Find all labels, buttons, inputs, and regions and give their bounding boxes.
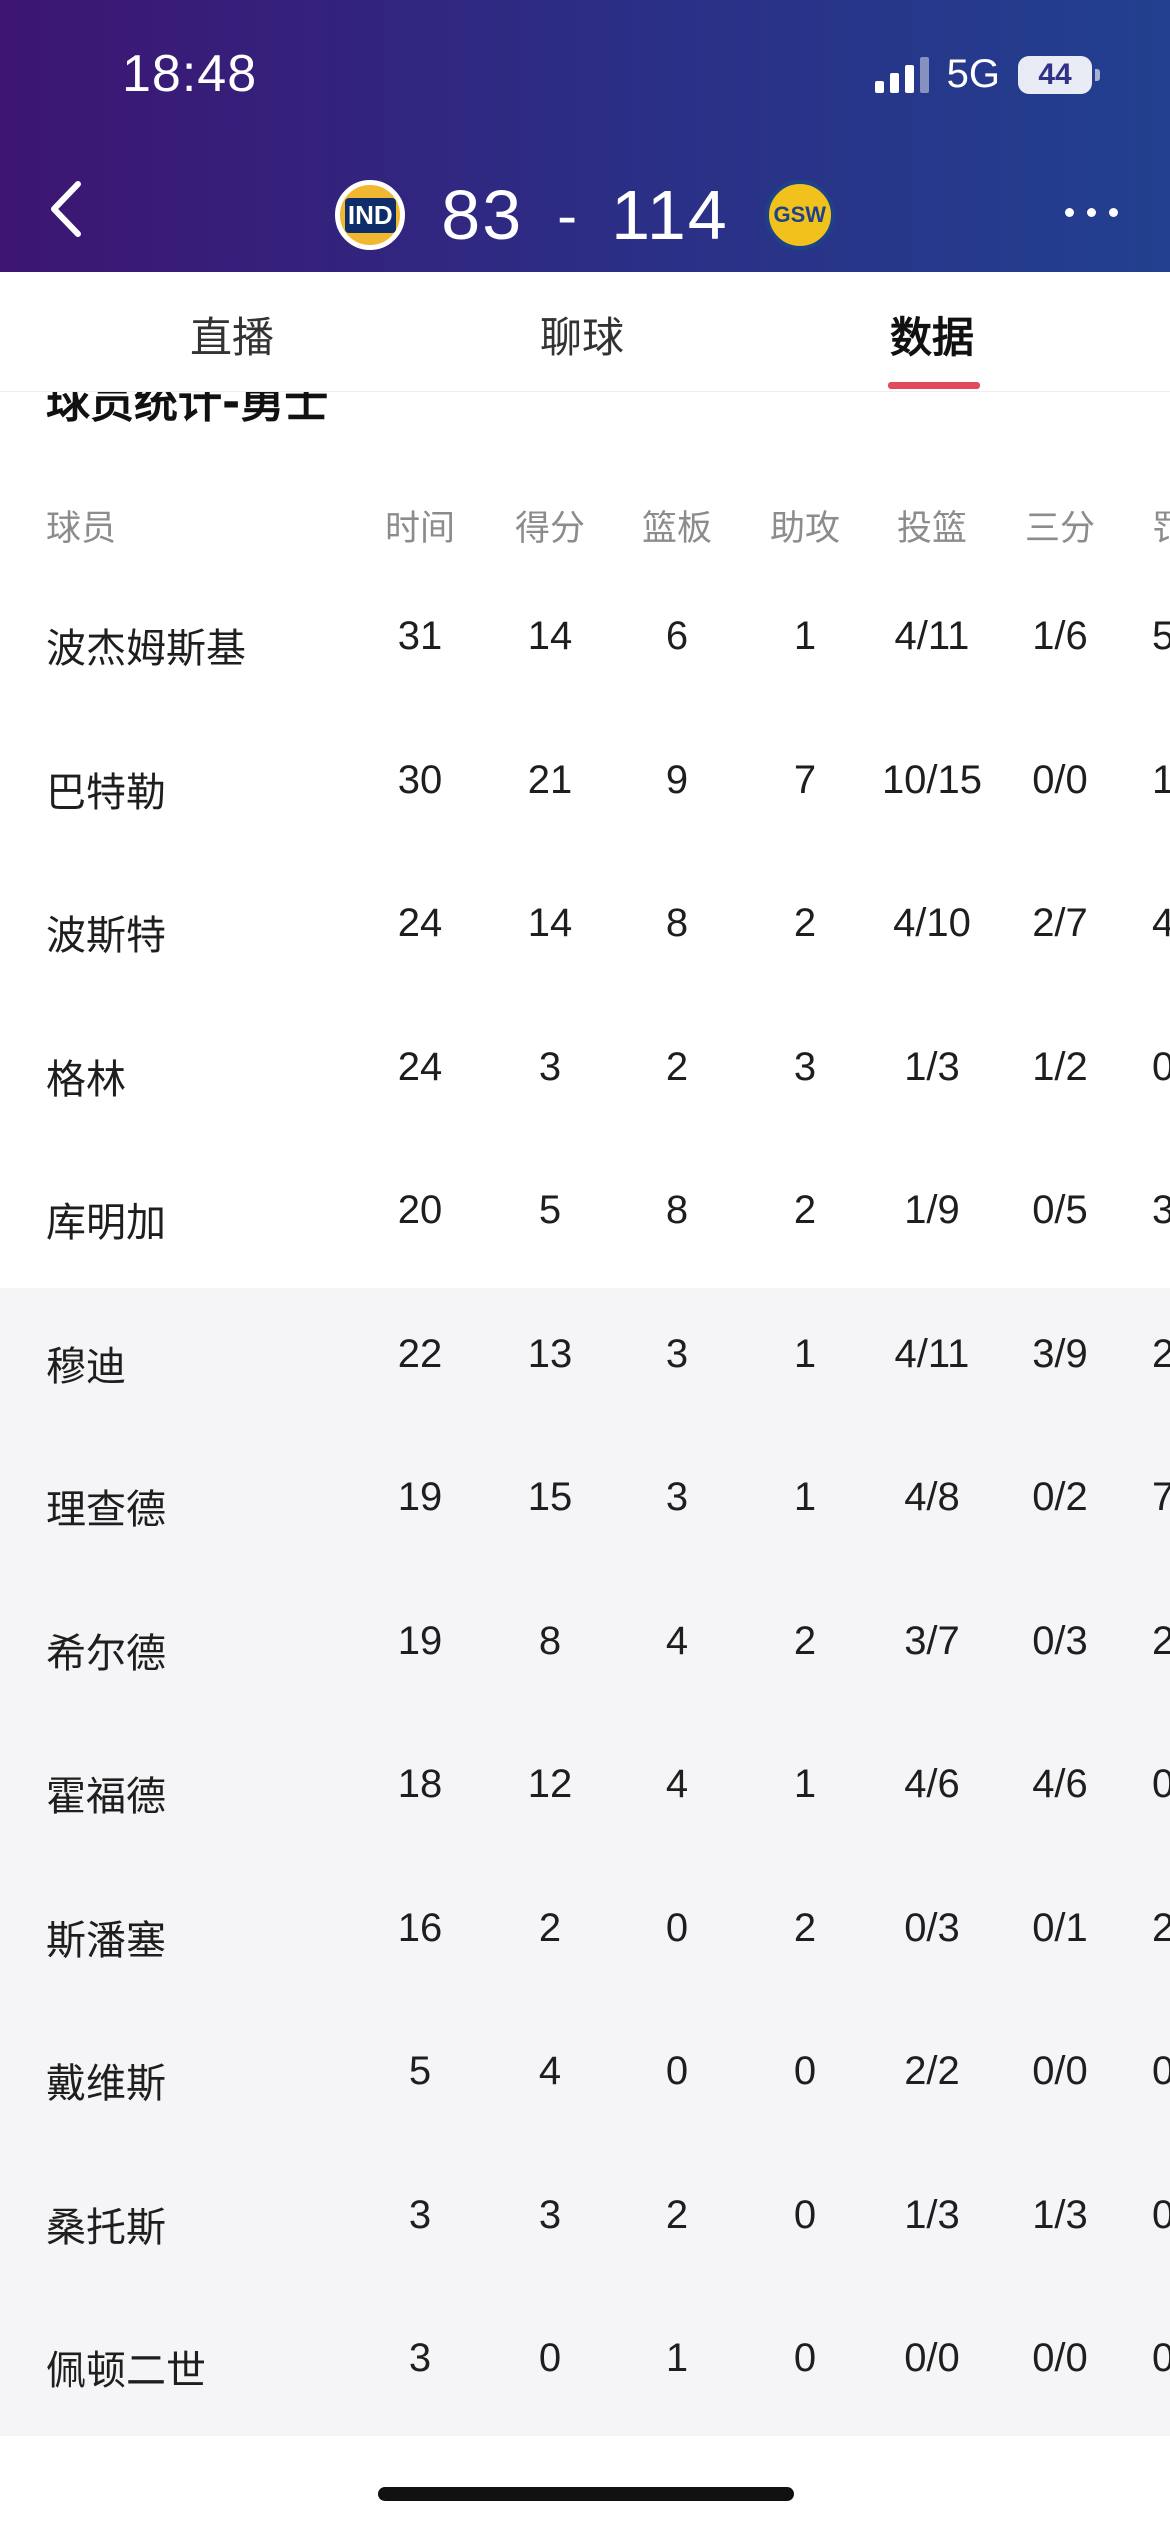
column-header: 球员 [46, 509, 117, 549]
table-row[interactable]: 波杰姆斯基 31 14 6 1 4/11 1/6 5 [0, 570, 1170, 714]
table-header: 球员 时间 得分 篮板 助攻 投篮 三分罚 [0, 470, 1170, 570]
stat-cell: 0 [1152, 1044, 1170, 1089]
scoreboard: IND 83 - 114 GSW [0, 170, 1170, 260]
away-team-abbr: GSW [773, 202, 827, 227]
column-header: 三分 [1024, 509, 1095, 549]
stat-cell: 2 [1152, 1905, 1170, 1950]
stat-cell: 1 [1152, 757, 1170, 802]
player-name: 格林 [46, 1056, 126, 1103]
table-row[interactable]: 斯潘塞 16 2 0 2 0/3 0/1 2 [0, 1861, 1170, 2005]
column-header: 罚 [1152, 509, 1170, 549]
player-name: 霍福德 [46, 1774, 166, 1820]
stat-cell: 4/6 [1032, 1762, 1088, 1806]
stat-cell: 1/3 [1032, 2192, 1088, 2237]
stat-cell: 0/1 [1032, 1905, 1088, 1950]
player-stats-table: 球员 时间 得分 篮板 助攻 投篮 三分罚 波杰姆斯基 31 14 6 1 4/11 1/6 5 巴特勒 30… [0, 470, 1170, 2436]
table-row[interactable]: 格林 24 3 2 3 1/3 1/2 0 [0, 1001, 1170, 1145]
network-label: 5G [946, 52, 1000, 96]
stat-cell: 0 [1152, 2192, 1170, 2237]
section-title-wrap: 球员统计-勇士 [0, 392, 1170, 426]
stat-cell: 0/5 [1032, 1188, 1088, 1232]
score-separator: - [557, 181, 578, 249]
game-header: 18:48 5G 44 IND 83 - 114 GSW [0, 0, 1170, 272]
stat-cell: 7 [1152, 1475, 1170, 1519]
tab-bar: 直播 聊球 数据 [0, 272, 1170, 392]
player-name: 库明加 [46, 1200, 166, 1246]
stat-cell: 1/6 [1032, 614, 1088, 658]
home-team-abbr: IND [344, 197, 396, 233]
battery-level: 44 [1038, 57, 1072, 91]
table-row[interactable]: 霍福德 18 12 4 1 4/6 4/6 0 [0, 1718, 1170, 1862]
stat-cell: 0 [1152, 2049, 1170, 2093]
stat-cell: 2 [1152, 1618, 1170, 1663]
table-row[interactable]: 希尔德 19 8 4 2 3/7 0/3 2 [0, 1574, 1170, 1718]
stat-cell: 3 [1152, 1188, 1170, 1232]
player-name: 桑托斯 [46, 2204, 166, 2251]
stat-cell: 0/0 [1032, 2336, 1088, 2380]
table-row[interactable]: 巴特勒 30 21 9 7 10/15 0/0 1 [0, 714, 1170, 858]
table-row[interactable]: 波斯特 24 14 8 2 4/10 2/7 4 [0, 857, 1170, 1001]
stat-cell: 2 [1152, 1331, 1170, 1376]
player-name: 理查德 [46, 1487, 166, 1533]
warriors-logo-icon: GSW [764, 180, 835, 250]
active-tab-indicator [888, 382, 980, 389]
player-name: 波斯特 [46, 913, 166, 959]
table-row[interactable]: 穆迪 22 13 3 1 4/11 3/9 2 [0, 1287, 1170, 1431]
stat-cell: 0/2 [1032, 1475, 1088, 1519]
table-row[interactable]: 理查德 19 15 3 1 4/8 0/2 7 [0, 1431, 1170, 1575]
player-name: 波杰姆斯基 [46, 626, 246, 672]
table-row[interactable]: 桑托斯 3 3 2 0 1/3 1/3 0 [0, 2148, 1170, 2292]
status-time: 18:48 [122, 45, 258, 103]
more-options-icon[interactable] [1065, 208, 1118, 217]
player-name: 斯潘塞 [46, 1917, 166, 1964]
section-title: 球员统计-勇士 [46, 392, 329, 426]
player-name: 穆迪 [46, 1343, 126, 1390]
player-name: 巴特勒 [46, 769, 166, 816]
stat-cell: 4 [1152, 901, 1170, 945]
tab-live[interactable]: 直播 [190, 304, 274, 365]
stat-cell: 0 [1152, 2336, 1170, 2380]
away-score: 114 [611, 176, 729, 254]
table-row[interactable]: 戴维斯 5 4 0 0 2/2 0/0 0 [0, 2005, 1170, 2149]
stat-cell: 0/3 [1032, 1618, 1088, 1663]
stat-cell: 3/9 [1032, 1331, 1088, 1376]
player-name: 希尔德 [46, 1630, 166, 1677]
status-icons: 5G 44 [874, 52, 1100, 97]
stat-cell: 1/2 [1032, 1044, 1088, 1089]
stat-cell: 0/0 [1032, 757, 1088, 802]
tab-chat[interactable]: 聊球 [540, 304, 624, 365]
stat-cell: 2/7 [1032, 901, 1088, 945]
table-row[interactable]: 佩顿二世 3 0 1 0 0/0 0/0 0 [0, 2292, 1170, 2436]
table-body: 波杰姆斯基 31 14 6 1 4/11 1/6 5 巴特勒 30 21 9 7 10/15 0/0 1 波斯特… [0, 570, 1170, 2436]
player-name: 佩顿二世 [46, 2348, 206, 2394]
signal-icon [874, 56, 929, 93]
stat-cell: 5 [1152, 614, 1170, 658]
pacers-logo-icon: IND [335, 180, 406, 250]
battery-icon: 44 [1018, 55, 1100, 94]
home-score: 83 [441, 176, 524, 254]
tab-stats[interactable]: 数据 [890, 304, 974, 365]
home-indicator[interactable] [378, 2487, 794, 2501]
stat-cell: 0 [1152, 1762, 1170, 1806]
stat-cell: 0/0 [1032, 2049, 1088, 2093]
table-row[interactable]: 库明加 20 5 8 2 1/9 0/5 3 [0, 1144, 1170, 1288]
player-name: 戴维斯 [46, 2061, 166, 2107]
